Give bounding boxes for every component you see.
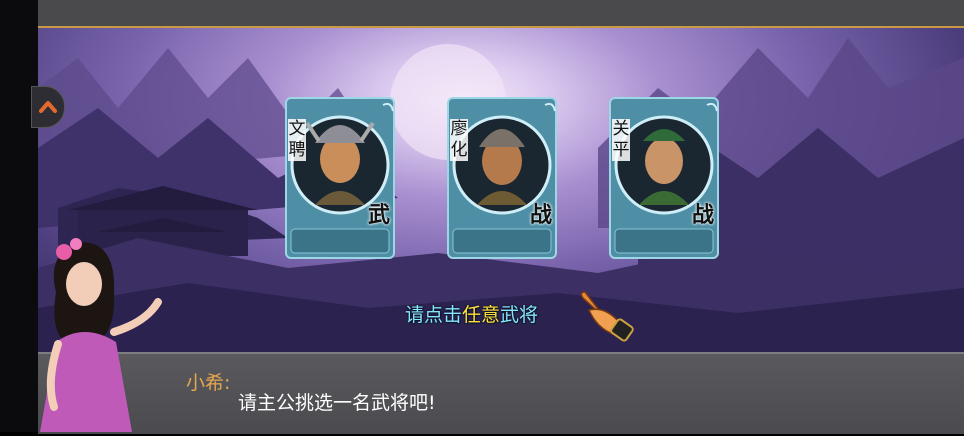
dialog-text: 请主公挑选一名武将吧!	[238, 392, 436, 414]
general-card-guanping[interactable]: 关平 战	[609, 97, 719, 259]
top-bar	[38, 0, 964, 28]
left-edge-bar	[0, 0, 38, 432]
card-class-badge: 战	[530, 202, 553, 228]
select-general-prompt: 请点击任意武将	[405, 300, 538, 327]
general-card-wenpin[interactable]: 文聘 武	[285, 97, 395, 259]
card-class-badge: 战	[692, 202, 715, 228]
card-class-badge: 武	[368, 202, 391, 228]
pointing-hand-icon	[575, 288, 639, 352]
speaker-name: 小希:	[186, 372, 231, 394]
advisor-character	[36, 232, 166, 436]
card-name: 关平	[612, 119, 630, 161]
prompt-text-1: 请点击	[405, 304, 463, 326]
general-card-liaohua[interactable]: 廖化 战	[447, 97, 557, 259]
card-name: 廖化	[450, 119, 468, 161]
card-name: 文聘	[288, 119, 306, 161]
prompt-text-2: 武将	[500, 304, 539, 326]
dialog-box[interactable]	[38, 352, 964, 434]
prompt-highlight: 任意	[462, 304, 501, 326]
back-arrow-icon	[39, 101, 57, 113]
